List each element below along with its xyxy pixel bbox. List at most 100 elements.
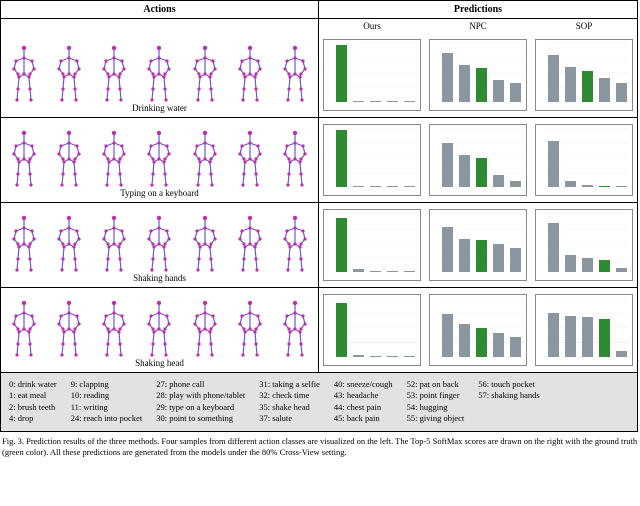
legend-entry: 35: shake head bbox=[259, 402, 320, 413]
pred-bar bbox=[510, 181, 521, 187]
skeleton-icon bbox=[233, 299, 267, 357]
legend-entry: 1: eat meal bbox=[9, 390, 57, 401]
skeleton-icon bbox=[188, 44, 222, 102]
pred-bar bbox=[493, 333, 504, 357]
legend-entry: 24: reach into pocket bbox=[71, 413, 143, 424]
pred-bar bbox=[582, 185, 593, 187]
pred-bar bbox=[353, 186, 364, 187]
legend-entry: 54: hugging bbox=[407, 402, 465, 413]
pred-bar bbox=[493, 175, 504, 187]
legend-entry: 55: giving object bbox=[407, 413, 465, 424]
prediction-cell bbox=[319, 203, 637, 287]
action-label: Drinking water bbox=[132, 103, 187, 113]
skeleton-icon bbox=[52, 299, 86, 357]
sample-row: Shaking head bbox=[1, 287, 637, 372]
skeleton-icon bbox=[7, 299, 41, 357]
pred-bar bbox=[459, 155, 470, 187]
legend-column: 31: taking a selfie32: check time35: sha… bbox=[259, 379, 320, 425]
pred-bar bbox=[404, 186, 415, 187]
gt-bar bbox=[476, 68, 487, 102]
bar-chart bbox=[319, 118, 425, 202]
legend-entry: 31: taking a selfie bbox=[259, 379, 320, 390]
pred-bar bbox=[370, 101, 381, 102]
bar-chart bbox=[531, 203, 637, 287]
bar-chart bbox=[531, 288, 637, 372]
pred-bar bbox=[548, 55, 559, 102]
gt-bar bbox=[336, 45, 347, 102]
legend-column: 52: pat on back53: point finger54: huggi… bbox=[407, 379, 465, 425]
pred-bar bbox=[493, 80, 504, 102]
legend-entry: 52: pat on back bbox=[407, 379, 465, 390]
skeleton-icon bbox=[52, 129, 86, 187]
gt-bar bbox=[599, 186, 610, 187]
pred-bar bbox=[565, 255, 576, 272]
legend-column: 40: sneeze/cough43: headache44: chest pa… bbox=[334, 379, 393, 425]
legend-entry: 11: writing bbox=[71, 402, 143, 413]
gt-bar bbox=[599, 319, 610, 357]
pred-bar bbox=[548, 313, 559, 357]
skeleton-icon bbox=[188, 299, 222, 357]
pred-bar bbox=[493, 244, 504, 272]
pred-bar bbox=[370, 356, 381, 357]
pred-bar bbox=[510, 337, 521, 357]
pred-bar bbox=[353, 101, 364, 102]
skeleton-icon bbox=[142, 44, 176, 102]
pred-bar bbox=[510, 83, 521, 102]
pred-bar bbox=[616, 83, 627, 102]
bar-chart bbox=[319, 33, 425, 117]
skeleton-icon bbox=[7, 44, 41, 102]
skeleton-icon bbox=[142, 299, 176, 357]
skeleton-icon bbox=[52, 214, 86, 272]
pred-bar bbox=[387, 271, 398, 272]
pred-bar bbox=[442, 143, 453, 187]
gt-bar bbox=[582, 71, 593, 102]
skeleton-icon bbox=[97, 44, 131, 102]
legend-entry: 2: brush teeth bbox=[9, 402, 57, 413]
pred-bar bbox=[565, 316, 576, 357]
skeleton-icon bbox=[278, 299, 312, 357]
pred-bar bbox=[442, 53, 453, 102]
method-sop: SOP bbox=[531, 19, 637, 33]
pred-bar bbox=[387, 101, 398, 102]
legend-entry: 29: type on a keyboard bbox=[156, 402, 245, 413]
action-cell: Typing on a keyboard bbox=[1, 118, 319, 202]
actions-header: Actions bbox=[1, 1, 319, 18]
method-npc: NPC bbox=[425, 19, 531, 33]
action-label: Shaking head bbox=[135, 358, 184, 368]
bar-chart bbox=[531, 118, 637, 202]
legend-entry: 57: shaking hands bbox=[478, 390, 539, 401]
prediction-cell bbox=[319, 288, 637, 372]
figure-caption: Fig. 3. Prediction results of the three … bbox=[0, 432, 640, 457]
pred-bar bbox=[510, 248, 521, 272]
skeleton-sequence bbox=[7, 210, 312, 272]
skeleton-icon bbox=[142, 214, 176, 272]
figure-panel: Actions Predictions Ours NPC SOP bbox=[0, 0, 638, 432]
method-header-row: Ours NPC SOP bbox=[1, 19, 637, 33]
pred-bar bbox=[404, 356, 415, 357]
predictions-header: Predictions bbox=[319, 1, 637, 18]
gt-bar bbox=[336, 303, 347, 357]
skeleton-icon bbox=[233, 214, 267, 272]
gt-bar bbox=[476, 158, 487, 188]
pred-bar bbox=[565, 67, 576, 102]
legend-column: 0: drink water1: eat meal2: brush teeth4… bbox=[9, 379, 57, 425]
gt-bar bbox=[476, 328, 487, 358]
pred-bar bbox=[616, 186, 627, 187]
pred-bar bbox=[582, 258, 593, 272]
skeleton-icon bbox=[97, 299, 131, 357]
skeleton-icon bbox=[97, 214, 131, 272]
legend-entry: 53: point finger bbox=[407, 390, 465, 401]
pred-bar bbox=[404, 271, 415, 272]
pred-bar bbox=[616, 268, 627, 272]
action-label: Shaking hands bbox=[133, 273, 186, 283]
header-row: Actions Predictions bbox=[1, 1, 637, 19]
legend-entry: 45: back pain bbox=[334, 413, 393, 424]
legend-entry: 30: point to something bbox=[156, 413, 245, 424]
pred-bar bbox=[565, 181, 576, 187]
legend-entry: 27: phone call bbox=[156, 379, 245, 390]
pred-bar bbox=[387, 186, 398, 187]
skeleton-icon bbox=[188, 129, 222, 187]
skeleton-icon bbox=[7, 214, 41, 272]
bar-chart bbox=[319, 288, 425, 372]
legend-entry: 56: touch pocket bbox=[478, 379, 539, 390]
